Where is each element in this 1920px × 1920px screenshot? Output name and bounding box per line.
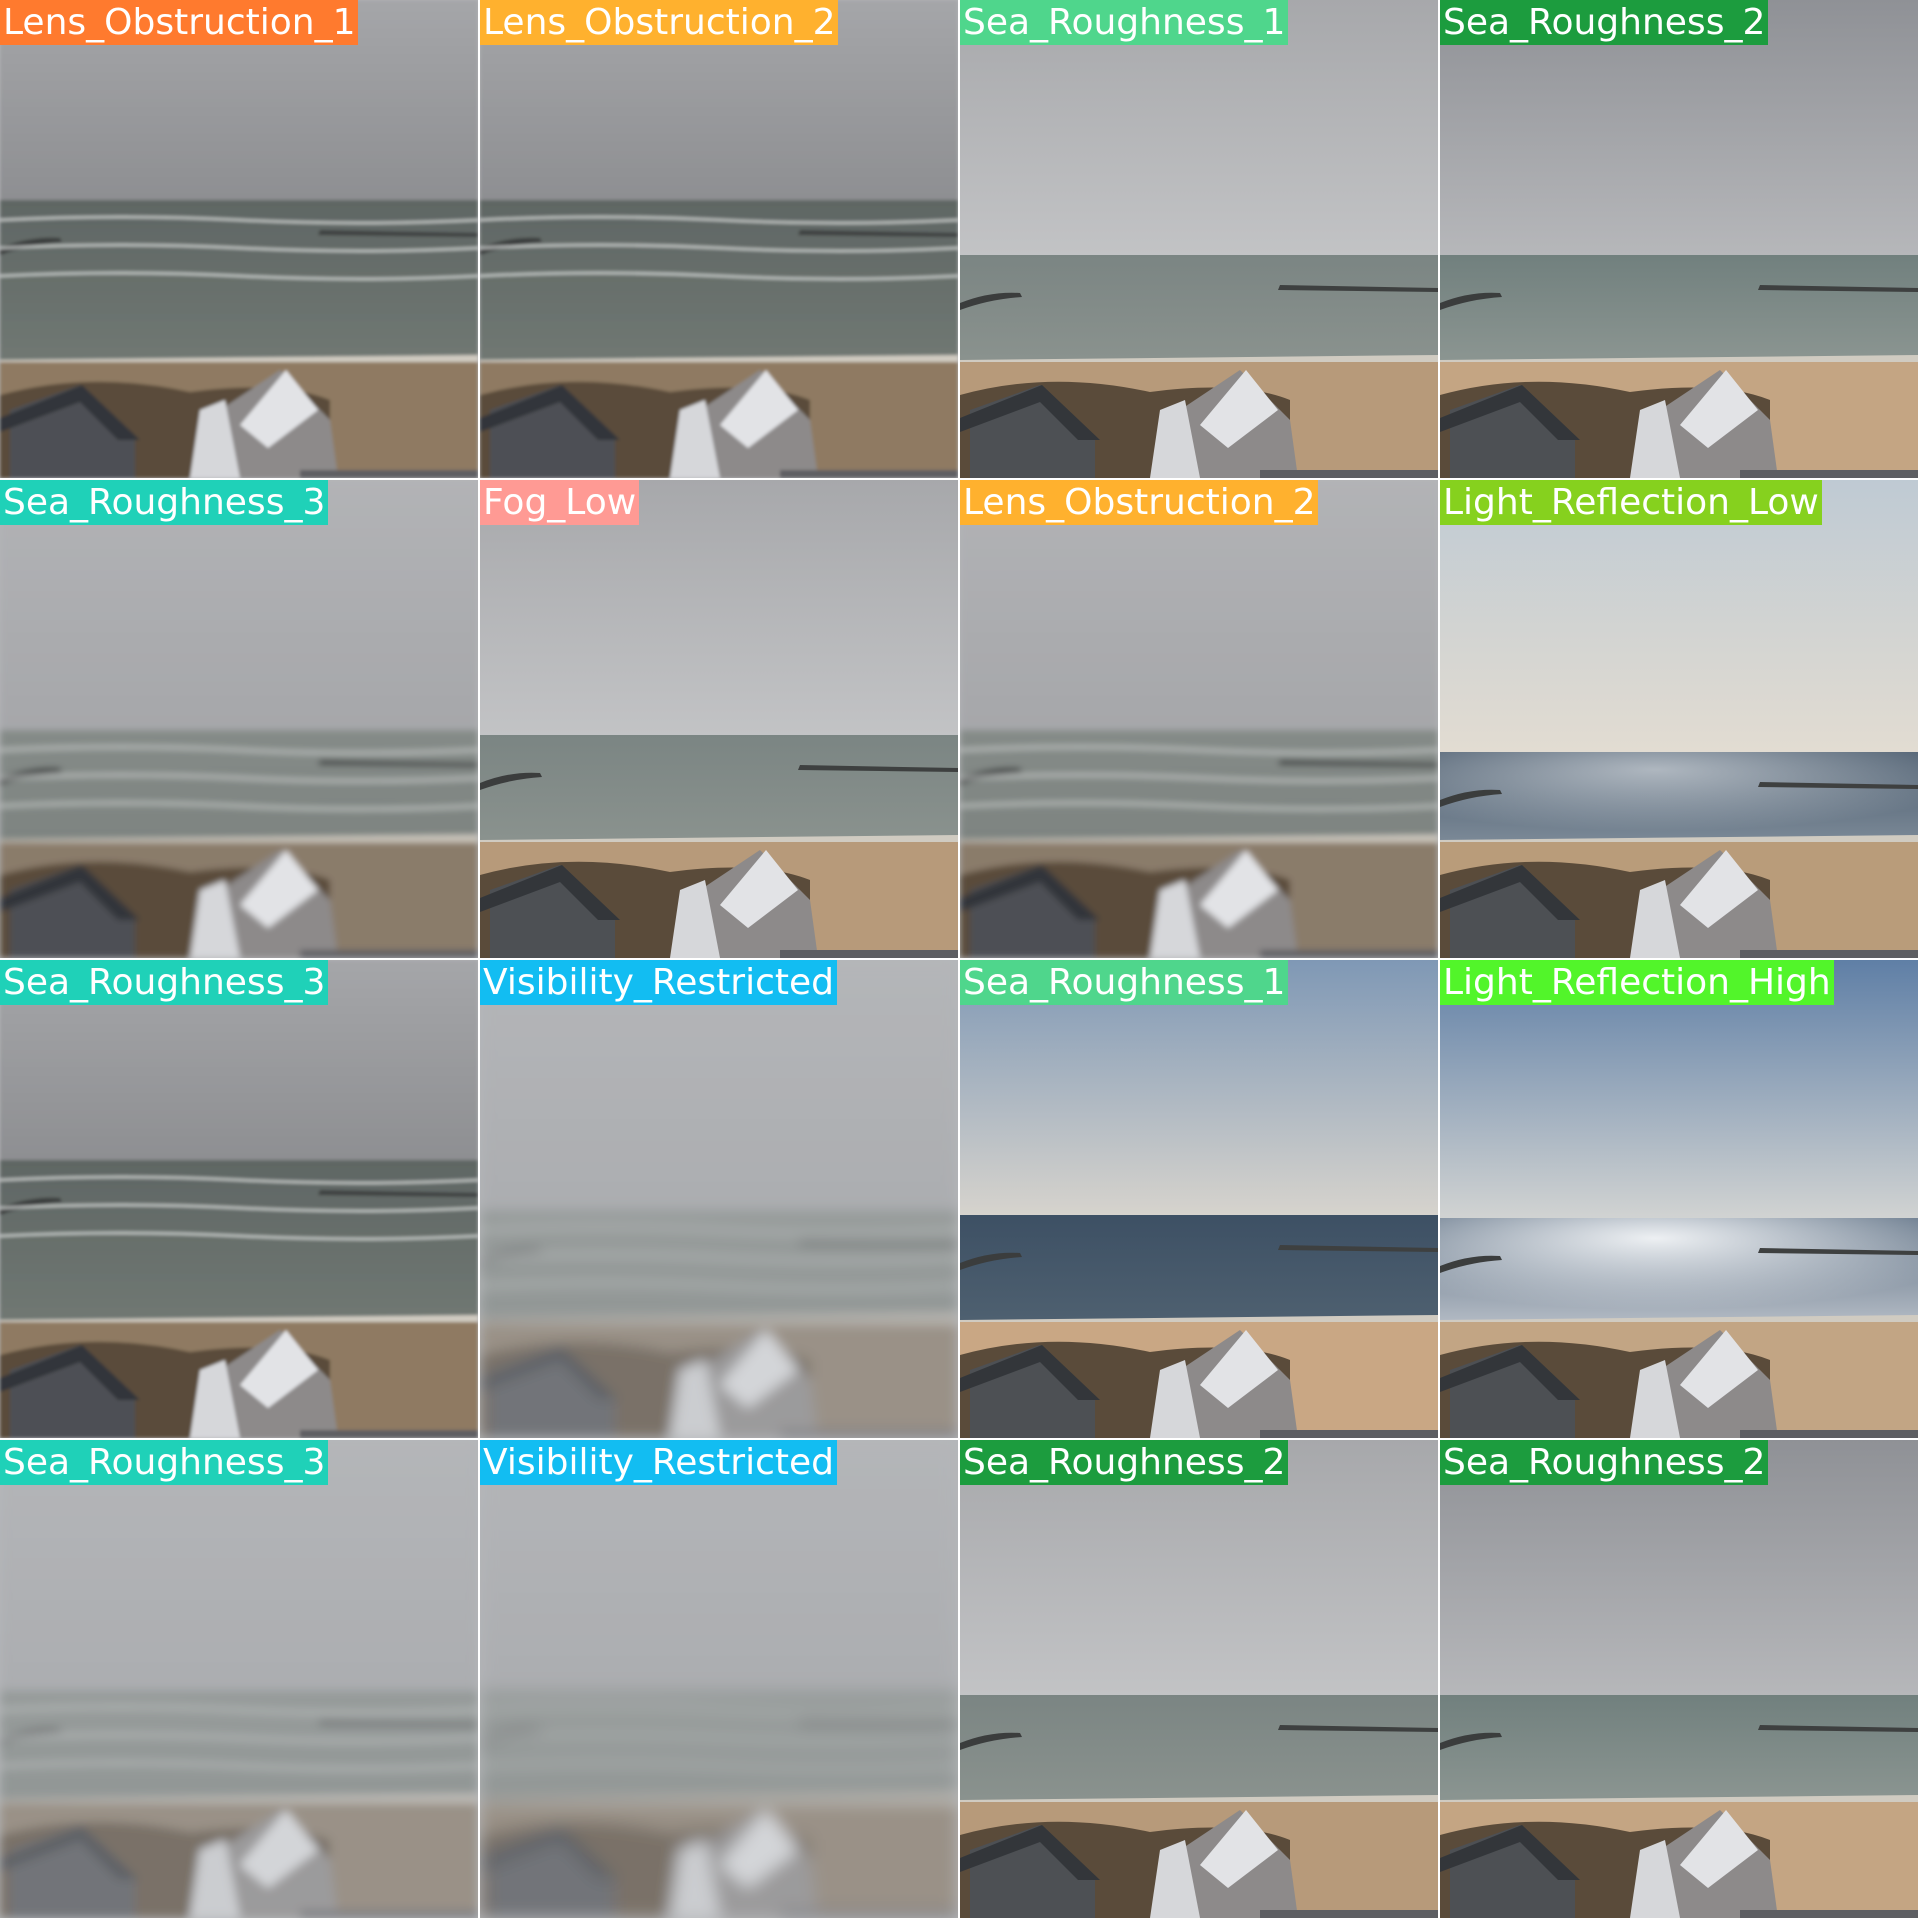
image-tile: Visibility_Restricted bbox=[480, 960, 958, 1438]
roof-edge bbox=[780, 950, 958, 958]
class-label: Light_Reflection_Low bbox=[1440, 480, 1822, 525]
image-tile: Sea_Roughness_2 bbox=[1440, 0, 1918, 478]
image-tile: Light_Reflection_Low bbox=[1440, 480, 1918, 958]
webcam-image bbox=[0, 1440, 478, 1918]
class-label: Sea_Roughness_1 bbox=[960, 960, 1289, 1005]
image-tile: Sea_Roughness_1 bbox=[960, 960, 1438, 1438]
roof-edge bbox=[300, 950, 478, 958]
webcam-image bbox=[1440, 0, 1918, 478]
webcam-image bbox=[480, 480, 958, 958]
image-tile: Lens_Obstruction_2 bbox=[480, 0, 958, 478]
class-label: Sea_Roughness_2 bbox=[960, 1440, 1289, 1485]
roof-edge bbox=[1740, 1430, 1918, 1438]
image-tile: Sea_Roughness_3 bbox=[0, 480, 478, 958]
webcam-image bbox=[480, 960, 958, 1438]
sea bbox=[960, 255, 1438, 360]
webcam-image bbox=[0, 960, 478, 1438]
class-label: Sea_Roughness_1 bbox=[960, 0, 1289, 45]
class-label: Sea_Roughness_2 bbox=[1440, 1440, 1769, 1485]
roof-edge bbox=[1260, 1910, 1438, 1918]
fog-overlay bbox=[480, 960, 958, 1438]
roof-edge bbox=[1740, 470, 1918, 478]
sea bbox=[480, 735, 958, 840]
webcam-image bbox=[1440, 960, 1918, 1438]
webcam-image bbox=[1440, 480, 1918, 958]
sun-glare bbox=[1440, 1218, 1918, 1320]
fog-overlay bbox=[480, 1440, 958, 1918]
sea bbox=[1440, 1695, 1918, 1800]
image-tile: Fog_Low bbox=[480, 480, 958, 958]
image-tile: Visibility_Restricted bbox=[480, 1440, 958, 1918]
image-tile: Sea_Roughness_1 bbox=[960, 0, 1438, 478]
roof-edge bbox=[300, 470, 478, 478]
class-label: Sea_Roughness_3 bbox=[0, 1440, 329, 1485]
webcam-image bbox=[0, 480, 478, 958]
sea bbox=[960, 1695, 1438, 1800]
webcam-image bbox=[1440, 1440, 1918, 1918]
sun-glare bbox=[1440, 752, 1918, 840]
class-label: Lens_Obstruction_2 bbox=[960, 480, 1319, 525]
class-label: Light_Reflection_High bbox=[1440, 960, 1834, 1005]
class-label: Sea_Roughness_3 bbox=[0, 480, 329, 525]
webcam-image bbox=[960, 480, 1438, 958]
roof-edge bbox=[1260, 470, 1438, 478]
class-label: Lens_Obstruction_1 bbox=[0, 0, 359, 45]
roof-edge bbox=[1740, 1910, 1918, 1918]
class-label: Lens_Obstruction_2 bbox=[480, 0, 839, 45]
image-tile: Lens_Obstruction_1 bbox=[0, 0, 478, 478]
sea bbox=[1440, 255, 1918, 360]
image-tile: Sea_Roughness_2 bbox=[960, 1440, 1438, 1918]
image-tile: Lens_Obstruction_2 bbox=[960, 480, 1438, 958]
class-label: Visibility_Restricted bbox=[480, 960, 837, 1005]
roof-edge bbox=[1260, 950, 1438, 958]
class-label: Fog_Low bbox=[480, 480, 640, 525]
class-label: Sea_Roughness_3 bbox=[0, 960, 329, 1005]
image-tile: Sea_Roughness_2 bbox=[1440, 1440, 1918, 1918]
roof-edge bbox=[1740, 950, 1918, 958]
sea bbox=[960, 1215, 1438, 1320]
class-label: Sea_Roughness_2 bbox=[1440, 0, 1769, 45]
webcam-image bbox=[960, 0, 1438, 478]
class-label: Visibility_Restricted bbox=[480, 1440, 837, 1485]
image-tile: Light_Reflection_High bbox=[1440, 960, 1918, 1438]
image-tile: Sea_Roughness_3 bbox=[0, 960, 478, 1438]
roof-edge bbox=[1260, 1430, 1438, 1438]
fog-overlay bbox=[0, 1440, 478, 1918]
webcam-image bbox=[480, 1440, 958, 1918]
roof-edge bbox=[780, 470, 958, 478]
roof-edge bbox=[300, 1430, 478, 1438]
webcam-image bbox=[0, 0, 478, 478]
webcam-image bbox=[960, 960, 1438, 1438]
image-grid: Lens_Obstruction_1 Lens_Obstruction_2 Sea_… bbox=[0, 0, 1920, 1920]
webcam-image bbox=[960, 1440, 1438, 1918]
image-tile: Sea_Roughness_3 bbox=[0, 1440, 478, 1918]
webcam-image bbox=[480, 0, 958, 478]
